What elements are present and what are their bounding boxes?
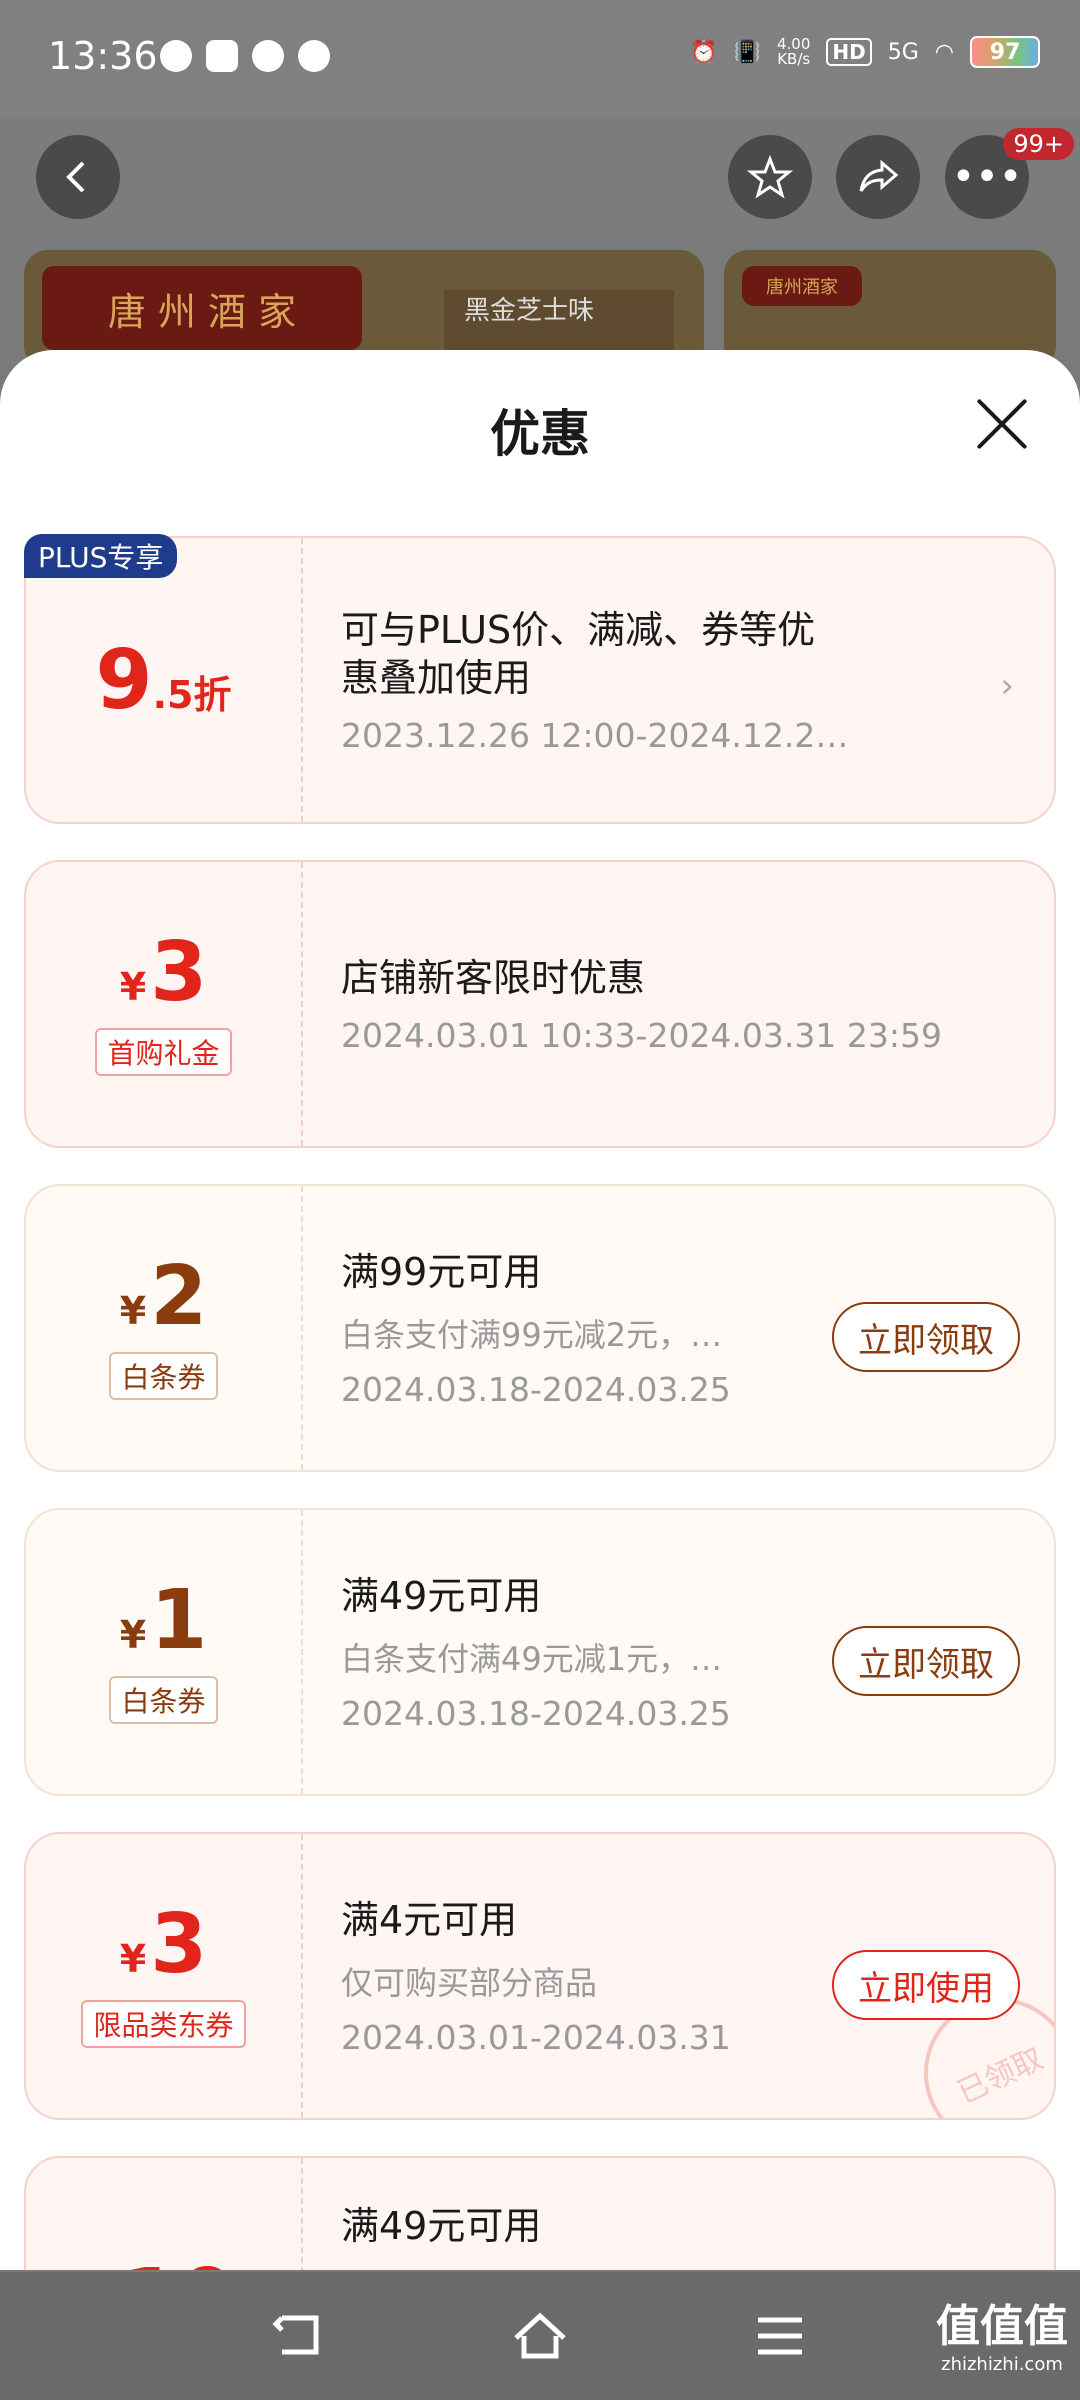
coupon-date: 2024.03.18-2024.03.25	[341, 1369, 731, 1409]
sheet-title: 优惠	[490, 405, 590, 463]
play-icon	[298, 40, 330, 72]
home-nav-icon[interactable]	[510, 2308, 570, 2364]
back-nav-icon[interactable]	[270, 2308, 330, 2364]
close-icon[interactable]	[974, 396, 1030, 452]
system-nav-bar	[0, 2272, 1080, 2400]
status-time: 13:36	[48, 34, 158, 78]
alarm-icon: ⏰	[690, 39, 718, 65]
category-coupon: ¥3 限品类东券 满4元可用 仅可购买部分商品 2024.03.01-2024.…	[24, 1832, 1056, 2120]
notification-icons	[160, 40, 330, 72]
new-customer-coupon: ¥3 首购礼金 店铺新客限时优惠 2024.03.01 10:33-2024.0…	[24, 860, 1056, 1148]
coupon-amount: ¥2	[119, 1249, 208, 1344]
coupon-amount: ¥3	[119, 1897, 208, 1992]
share-button[interactable]	[836, 135, 920, 219]
coupon-date: 2024.03.18-2024.03.25	[341, 1693, 731, 1733]
hd-icon: HD	[826, 38, 872, 66]
message-badge: 99+	[1003, 128, 1074, 160]
chat-icon	[160, 40, 192, 72]
chevron-right-icon: ›	[1000, 666, 1014, 706]
coupon-tag: 首购礼金	[95, 1028, 232, 1076]
coupon-desc: 白条支付满99元减2元，…	[341, 1315, 723, 1354]
battery-icon: 97	[970, 36, 1040, 68]
coupon-amount: ¥1	[119, 1573, 208, 1668]
menu-nav-icon[interactable]	[750, 2308, 810, 2364]
coupon-desc: 仅可购买部分商品	[341, 1963, 598, 2002]
discount-value: 9.5折	[95, 632, 232, 728]
vibrate-icon: 📳	[733, 39, 761, 65]
product-top-bar: ••• 99+	[0, 118, 1080, 248]
coupon-desc: 白条支付满49元减1元，…	[341, 1639, 723, 1678]
baitiao-coupon-2: ¥2 白条券 满99元可用 白条支付满99元减2元，… 2024.03.18-2…	[24, 1184, 1056, 1472]
coupon-tag: 限品类东券	[81, 2000, 246, 2048]
coupon-tag: 白条券	[109, 1676, 218, 1724]
back-arrow-icon	[66, 161, 85, 193]
coupon-date: 2024.03.01 10:33-2024.03.31 23:59	[341, 1015, 942, 1055]
plus-discount-card[interactable]: PLUS专享 9.5折 可与PLUS价、满减、券等优惠叠加使用 2023.12.…	[24, 534, 1056, 824]
claim-button[interactable]: 立即领取	[832, 1626, 1020, 1696]
coupon-date: 2023.12.26 12:00-2024.12.2…	[341, 715, 849, 755]
net-speed: 4.00 KB/s	[777, 35, 811, 68]
coupon-partial: ¥10 满49元可用	[24, 2156, 1056, 2270]
coupon-amount: ¥10	[91, 2259, 236, 2271]
coupon-tag: 白条券	[109, 1352, 218, 1400]
coupon-title: 满4元可用	[341, 1897, 518, 1942]
coupon-title: 满99元可用	[341, 1249, 542, 1294]
coupon-title: 满49元可用	[341, 1573, 542, 1618]
coupon-date: 2024.03.01-2024.03.31	[341, 2017, 731, 2057]
star-icon	[746, 154, 794, 199]
baitiao-coupon-1: ¥1 白条券 满49元可用 白条支付满49元减1元，… 2024.03.18-2…	[24, 1508, 1056, 1796]
more-dots-icon: •••	[951, 154, 1023, 200]
coupon-title: 店铺新客限时优惠	[341, 955, 646, 1000]
back-button[interactable]	[36, 135, 120, 219]
discount-sheet: 优惠 PLUS专享 9.5折 可与PLUS价、满减、券等优惠叠加使用 2023.…	[0, 350, 1080, 2270]
signal-5g-icon: 5G	[887, 39, 919, 65]
claim-button[interactable]: 立即领取	[832, 1302, 1020, 1372]
app-notification-icon	[206, 40, 238, 72]
coupon-title: 满49元可用	[341, 2204, 542, 2248]
status-bar: 13:36 ⏰ 📳 4.00 KB/s HD 5G ◠ 97	[0, 0, 1080, 118]
watermark: 值值值 zhizhizhi.com	[936, 2301, 1068, 2375]
system-icons: ⏰ 📳 4.00 KB/s HD 5G ◠ 97	[690, 36, 1040, 68]
wifi-icon: ◠	[934, 39, 954, 65]
coupon-title: 可与PLUS价、满减、券等优惠叠加使用	[341, 607, 816, 700]
brand-logo-small: 唐州酒家	[742, 266, 862, 306]
share-icon	[859, 159, 899, 192]
use-button[interactable]: 立即使用	[832, 1950, 1020, 2020]
coupon-amount: ¥3	[119, 925, 208, 1020]
brand-logo: 唐 州 酒 家	[42, 266, 362, 350]
favorite-button[interactable]	[728, 135, 812, 219]
link-icon	[252, 40, 284, 72]
